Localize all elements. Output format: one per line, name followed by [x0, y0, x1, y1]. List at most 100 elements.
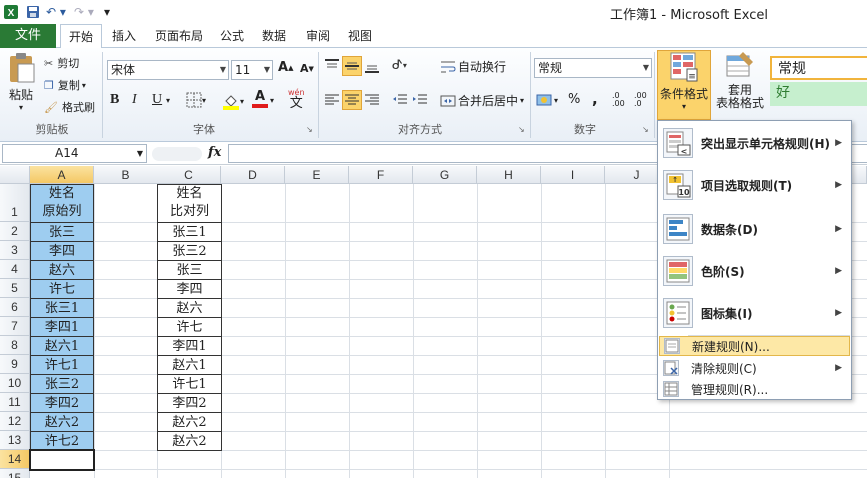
align-top-button[interactable]	[324, 58, 340, 74]
font-size-combo[interactable]: 11 ▼	[231, 60, 273, 80]
font-color-dropdown-icon[interactable]: ▾	[270, 96, 274, 105]
menu-color-scales[interactable]: 色阶(S) ▶	[659, 251, 850, 291]
increase-indent-button[interactable]	[412, 92, 428, 108]
name-box-dropdown-icon[interactable]: ▼	[137, 145, 143, 162]
font-name-combo[interactable]: 宋体 ▼	[107, 60, 229, 80]
increase-decimal-button[interactable]: .0 .00	[612, 92, 632, 108]
row-header[interactable]: 2	[0, 222, 30, 241]
accounting-format-button[interactable]: ▾	[536, 92, 558, 108]
menu-clear-rules[interactable]: 清除规则(C) ▶	[659, 358, 850, 378]
cell-c4[interactable]: 张三	[157, 260, 222, 280]
selected-cell-a14[interactable]	[29, 449, 95, 471]
underline-dropdown-icon[interactable]: ▾	[166, 96, 170, 105]
font-color-button[interactable]: A	[252, 90, 268, 108]
row-header[interactable]: 11	[0, 393, 30, 412]
row-header[interactable]: 13	[0, 431, 30, 450]
cell-c1[interactable]: 姓名 比对列	[157, 184, 222, 223]
name-box[interactable]: A14 ▼	[2, 144, 147, 163]
number-dialog-launcher-icon[interactable]: ↘	[642, 125, 649, 134]
menu-icon-sets[interactable]: 图标集(I) ▶	[659, 293, 850, 333]
formula-bar-splitter[interactable]	[152, 147, 202, 161]
alignment-dialog-launcher-icon[interactable]: ↘	[518, 125, 525, 134]
column-header[interactable]: D	[221, 166, 285, 184]
cell-c3[interactable]: 张三2	[157, 241, 222, 261]
cell-c13[interactable]: 赵六2	[157, 431, 222, 451]
row-header[interactable]: 14	[0, 450, 30, 469]
conditional-formatting-button[interactable]: ≡ 条件格式 ▾	[657, 50, 711, 120]
row-header[interactable]: 1	[0, 184, 30, 222]
format-as-table-button[interactable]: 套用 表格格式	[712, 50, 768, 120]
cell-c8[interactable]: 李四1	[157, 336, 222, 356]
copy-button[interactable]: ❐ 复制 ▾	[44, 76, 86, 94]
menu-top-bottom-rules[interactable]: ↑ 10 项目选取规则(T) ▶	[659, 165, 850, 205]
cell-a9[interactable]: 许七1	[30, 355, 94, 375]
cell-a13[interactable]: 许七2	[30, 431, 94, 451]
cell-a8[interactable]: 赵六1	[30, 336, 94, 356]
column-header[interactable]: I	[541, 166, 605, 184]
cell-a2[interactable]: 张三	[30, 222, 94, 242]
row-header[interactable]: 12	[0, 412, 30, 431]
customize-quick-access-icon[interactable]: ▾	[100, 2, 114, 22]
underline-button[interactable]: U	[152, 92, 162, 108]
menu-data-bars[interactable]: 数据条(D) ▶	[659, 209, 850, 249]
cell-c5[interactable]: 李四	[157, 279, 222, 299]
redo-icon[interactable]: ↷ ▾	[72, 2, 96, 22]
cell-a5[interactable]: 许七	[30, 279, 94, 299]
fill-color-button[interactable]: ▾	[222, 92, 244, 110]
column-header[interactable]: A	[30, 166, 94, 184]
column-header[interactable]: B	[94, 166, 158, 184]
cell-a1[interactable]: 姓名 原始列	[30, 184, 94, 223]
align-right-button[interactable]	[364, 92, 380, 108]
align-center-button[interactable]	[342, 90, 362, 110]
undo-icon[interactable]: ↶ ▾	[44, 2, 68, 22]
menu-manage-rules[interactable]: 管理规则(R)...	[659, 379, 850, 399]
wrap-text-button[interactable]: 自动换行	[440, 58, 506, 75]
cell-c9[interactable]: 赵六1	[157, 355, 222, 375]
row-header[interactable]: 6	[0, 298, 30, 317]
row-header[interactable]: 15	[0, 469, 30, 478]
tab-formulas[interactable]: 公式	[214, 24, 250, 48]
shrink-font-button[interactable]: A ▼	[300, 62, 314, 75]
number-format-combo[interactable]: 常规 ▼	[534, 58, 652, 78]
tab-review[interactable]: 审阅	[300, 24, 336, 48]
cell-c7[interactable]: 许七	[157, 317, 222, 337]
cell-a7[interactable]: 李四1	[30, 317, 94, 337]
percent-button[interactable]: %	[568, 92, 580, 107]
bold-button[interactable]: B	[110, 92, 119, 108]
menu-new-rule[interactable]: 新建规则(N)...	[659, 336, 850, 356]
align-left-button[interactable]	[324, 92, 340, 108]
tab-view[interactable]: 视图	[342, 24, 378, 48]
select-all-corner[interactable]	[0, 166, 30, 184]
column-header[interactable]: E	[285, 166, 349, 184]
cell-c10[interactable]: 许七1	[157, 374, 222, 394]
style-good-cell[interactable]: 好	[770, 82, 867, 106]
cell-c11[interactable]: 李四2	[157, 393, 222, 413]
grow-font-button[interactable]: A ▲	[278, 60, 293, 75]
cell-c2[interactable]: 张三1	[157, 222, 222, 242]
tab-insert[interactable]: 插入	[106, 24, 142, 48]
cell-a10[interactable]: 张三2	[30, 374, 94, 394]
tab-file[interactable]: 文件	[0, 24, 56, 48]
cell-a4[interactable]: 赵六	[30, 260, 94, 280]
italic-button[interactable]: I	[132, 92, 137, 108]
merge-center-button[interactable]: 合并后居中 ▾	[440, 92, 524, 109]
row-header[interactable]: 8	[0, 336, 30, 355]
menu-highlight-cell-rules[interactable]: < 突出显示单元格规则(H) ▶	[659, 123, 850, 163]
column-header[interactable]: C	[157, 166, 221, 184]
save-icon[interactable]	[24, 2, 42, 22]
column-header[interactable]: H	[477, 166, 541, 184]
decrease-indent-button[interactable]	[392, 92, 408, 108]
tab-page-layout[interactable]: 页面布局	[148, 24, 210, 48]
tab-home[interactable]: 开始	[60, 24, 102, 49]
align-middle-button[interactable]	[342, 56, 362, 76]
row-header[interactable]: 4	[0, 260, 30, 279]
cell-a3[interactable]: 李四	[30, 241, 94, 261]
cell-c6[interactable]: 赵六	[157, 298, 222, 318]
orientation-button[interactable]: ᕷ ▾	[392, 58, 407, 73]
column-header[interactable]: G	[413, 166, 477, 184]
row-header[interactable]: 7	[0, 317, 30, 336]
cell-a12[interactable]: 赵六2	[30, 412, 94, 432]
cut-button[interactable]: ✂ 剪切	[44, 54, 79, 72]
row-header[interactable]: 10	[0, 374, 30, 393]
paste-button[interactable]: 粘贴 ▾	[4, 52, 38, 118]
